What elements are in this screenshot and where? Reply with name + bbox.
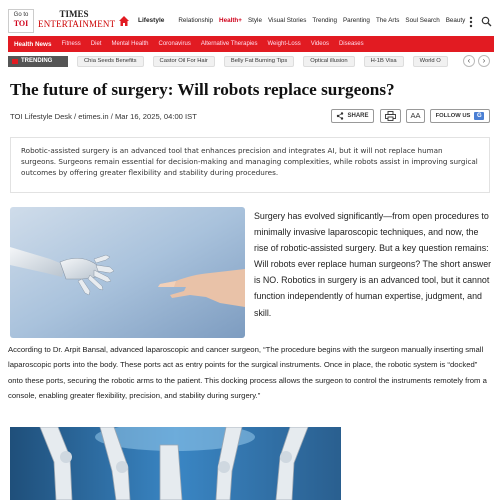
article-byline: TOI Lifestyle Desk / etimes.in / Mar 16,… — [10, 112, 197, 121]
trending-item[interactable]: Chia Seeds Benefits — [77, 56, 144, 67]
trending-label: TRENDING — [21, 58, 53, 64]
site-logo[interactable]: TIMES ENTERTAINMENT — [38, 9, 116, 32]
font-size-button[interactable]: AA — [406, 109, 425, 123]
section-alternative-therapies[interactable]: Alternative Therapies — [201, 41, 258, 47]
trending-item[interactable]: Optical illusion — [303, 56, 355, 67]
section-weight-loss[interactable]: Weight-Loss — [267, 41, 300, 47]
section-fitness[interactable]: Fitness — [61, 41, 80, 47]
kebab-menu-icon[interactable] — [469, 16, 473, 28]
article-paragraph: According to Dr. Arpit Bansal, advanced … — [8, 345, 487, 401]
trending-badge: TRENDING — [8, 56, 68, 67]
top-navigation: Go to TOI TIMES ENTERTAINMENT Lifestyle … — [0, 6, 500, 36]
nav-item-the-arts[interactable]: The Arts — [376, 15, 399, 27]
nav-item-relationship[interactable]: Relationship — [178, 15, 213, 27]
logo-line1: TIMES — [59, 9, 89, 19]
section-diseases[interactable]: Diseases — [339, 41, 364, 47]
nav-item-health[interactable]: Health+ — [219, 15, 242, 27]
nav-item-parenting[interactable]: Parenting — [343, 15, 370, 27]
section-health-news[interactable]: Health News — [14, 41, 51, 48]
article-summary: Robotic-assisted surgery is an advanced … — [10, 137, 490, 193]
trending-bar: TRENDING Chia Seeds Benefits Castor Oil … — [8, 55, 494, 68]
print-button[interactable] — [380, 109, 401, 123]
printer-icon — [385, 111, 396, 121]
section-diet[interactable]: Diet — [91, 41, 102, 47]
nav-item-trending[interactable]: Trending — [312, 15, 337, 27]
trending-item[interactable]: Castor Oil For Hair — [152, 56, 215, 67]
nav-item-beauty[interactable]: Beauty — [446, 15, 466, 27]
section-videos[interactable]: Videos — [311, 41, 329, 47]
nav-item-soul-search[interactable]: Soul Search — [405, 15, 439, 27]
logo-line2: ENTERTAINMENT — [38, 19, 116, 29]
follow-us-button[interactable]: FOLLOW US G — [430, 109, 490, 123]
section-nav-bar: Health News Fitness Diet Mental Health C… — [8, 36, 494, 52]
surgical-robot-arms-image — [10, 427, 341, 500]
top-nav-list: Lifestyle Relationship Health+ Style Vis… — [138, 15, 465, 27]
trending-item[interactable]: H-1B Visa — [363, 56, 404, 67]
nav-item-visual-stories[interactable]: Visual Stories — [268, 15, 306, 27]
trending-item[interactable]: Belly Fat Burning Tips — [223, 56, 295, 67]
chevron-right-icon[interactable]: › — [478, 55, 490, 67]
share-label: SHARE — [347, 113, 369, 119]
nav-item-style[interactable]: Style — [248, 15, 262, 27]
section-coronavirus[interactable]: Coronavirus — [159, 41, 191, 47]
share-icon — [337, 112, 344, 120]
search-icon[interactable] — [481, 16, 492, 27]
trending-icon — [12, 59, 18, 64]
chevron-left-icon[interactable]: ‹ — [463, 55, 475, 67]
goto-brand: TOI — [13, 19, 29, 28]
robot-human-hands-image — [10, 207, 245, 338]
goto-toi-button[interactable]: Go to TOI — [8, 9, 34, 33]
section-mental-health[interactable]: Mental Health — [111, 41, 148, 47]
share-button[interactable]: SHARE — [331, 109, 374, 123]
nav-item-lifestyle[interactable]: Lifestyle — [138, 15, 164, 27]
goto-label: Go to — [13, 12, 29, 18]
trending-item[interactable]: World O — [412, 56, 448, 67]
article-title: The future of surgery: Will robots repla… — [10, 80, 395, 99]
article-paragraph: Surgery has evolved significantly—from o… — [254, 211, 492, 318]
follow-label: FOLLOW US — [435, 113, 471, 119]
home-icon[interactable] — [118, 15, 130, 27]
google-news-icon: G — [474, 112, 485, 120]
